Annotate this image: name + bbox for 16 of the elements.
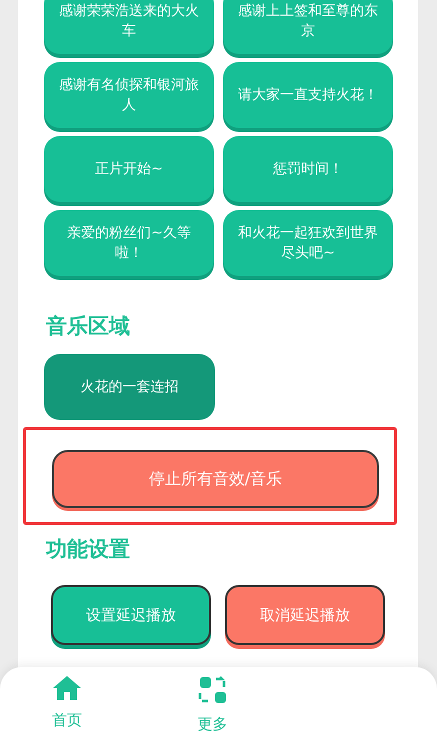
stop-button[interactable]: 停止所有音效/音乐: [52, 450, 379, 508]
sound-button[interactable]: 亲爱的粉丝们~久等啦！: [44, 210, 214, 276]
sound-button[interactable]: 惩罚时间！: [223, 136, 393, 202]
sound-button[interactable]: 感谢有名侦探和银河旅人: [44, 62, 214, 128]
sound-button[interactable]: 和火花一起狂欢到世界尽头吧~: [223, 210, 393, 276]
sound-button[interactable]: 感谢上上签和至尊的东京: [223, 0, 393, 54]
section-title: 功能设置: [46, 536, 131, 563]
nav-item[interactable]: 首页: [52, 675, 82, 730]
sound-button[interactable]: 正片开始~: [44, 136, 214, 202]
home-icon: [52, 675, 82, 701]
section-title: 音乐区域: [46, 313, 131, 340]
sound-button[interactable]: 请大家一直支持火花！: [223, 62, 393, 128]
nav-item[interactable]: 更多: [198, 675, 228, 734]
sound-button[interactable]: 感谢荣荣浩送来的大火车: [44, 0, 214, 54]
grid-icon: [198, 675, 228, 705]
music-button[interactable]: 火花的一套连招: [44, 354, 215, 420]
